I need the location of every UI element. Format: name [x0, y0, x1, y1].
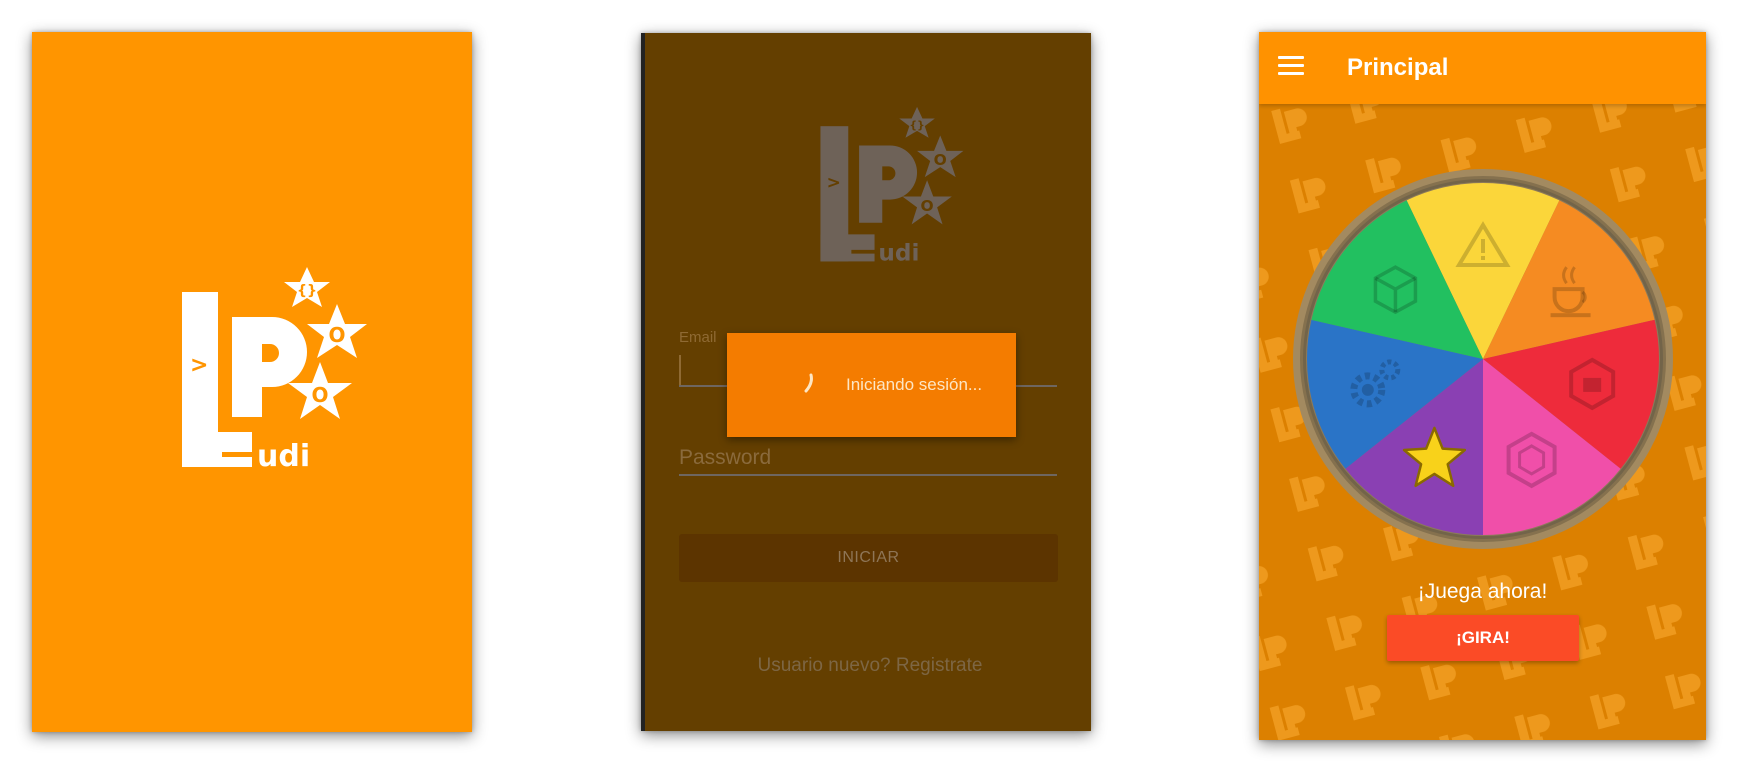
logo-star-1-label: {} — [909, 119, 924, 132]
category-wheel[interactable] — [1288, 164, 1678, 554]
menu-icon[interactable] — [1278, 56, 1304, 78]
svg-text:O: O — [311, 383, 328, 407]
svg-text:O: O — [328, 323, 345, 347]
progress-message: Iniciando sesión... — [846, 375, 983, 394]
logo-suffix: udi — [257, 439, 310, 474]
play-now-text: ¡Juega ahora! — [1417, 580, 1548, 603]
password-field[interactable]: Password — [679, 446, 771, 470]
logo-star-3-label: O — [921, 197, 934, 215]
login-button[interactable]: INICIAR — [679, 534, 1058, 582]
email-label: Email — [679, 329, 717, 346]
logo-suffix: udi — [878, 240, 919, 267]
main-screen: Principal ¡Juega ahora! ¡GIRA! — [1259, 32, 1706, 740]
email-field[interactable] — [679, 355, 681, 385]
logo-prompt: > — [827, 173, 841, 193]
app-bar: Principal — [1259, 32, 1706, 104]
login-screen: > udi {} O O Email Password INICIAR Usua… — [641, 33, 1091, 731]
spinner-icon — [804, 373, 813, 393]
logo-star-2: O — [307, 304, 367, 358]
logo-prompt: > — [190, 353, 208, 378]
splash-screen: > udi {} O O — [32, 32, 472, 732]
lpudi-logo: > udi {} O O — [820, 106, 964, 267]
spin-button[interactable]: ¡GIRA! — [1387, 615, 1579, 661]
logo-star-2-label: O — [934, 151, 947, 169]
register-link[interactable]: Usuario nuevo? Registrate — [645, 655, 1091, 677]
lpudi-logo: > udi {} O O — [182, 267, 367, 474]
page-title: Principal — [1347, 54, 1449, 81]
svg-text:{}: {} — [297, 283, 317, 299]
progress-dialog: Iniciando sesión... — [727, 333, 1016, 437]
password-underline — [679, 474, 1057, 476]
logo-star-1: {} — [284, 267, 330, 307]
